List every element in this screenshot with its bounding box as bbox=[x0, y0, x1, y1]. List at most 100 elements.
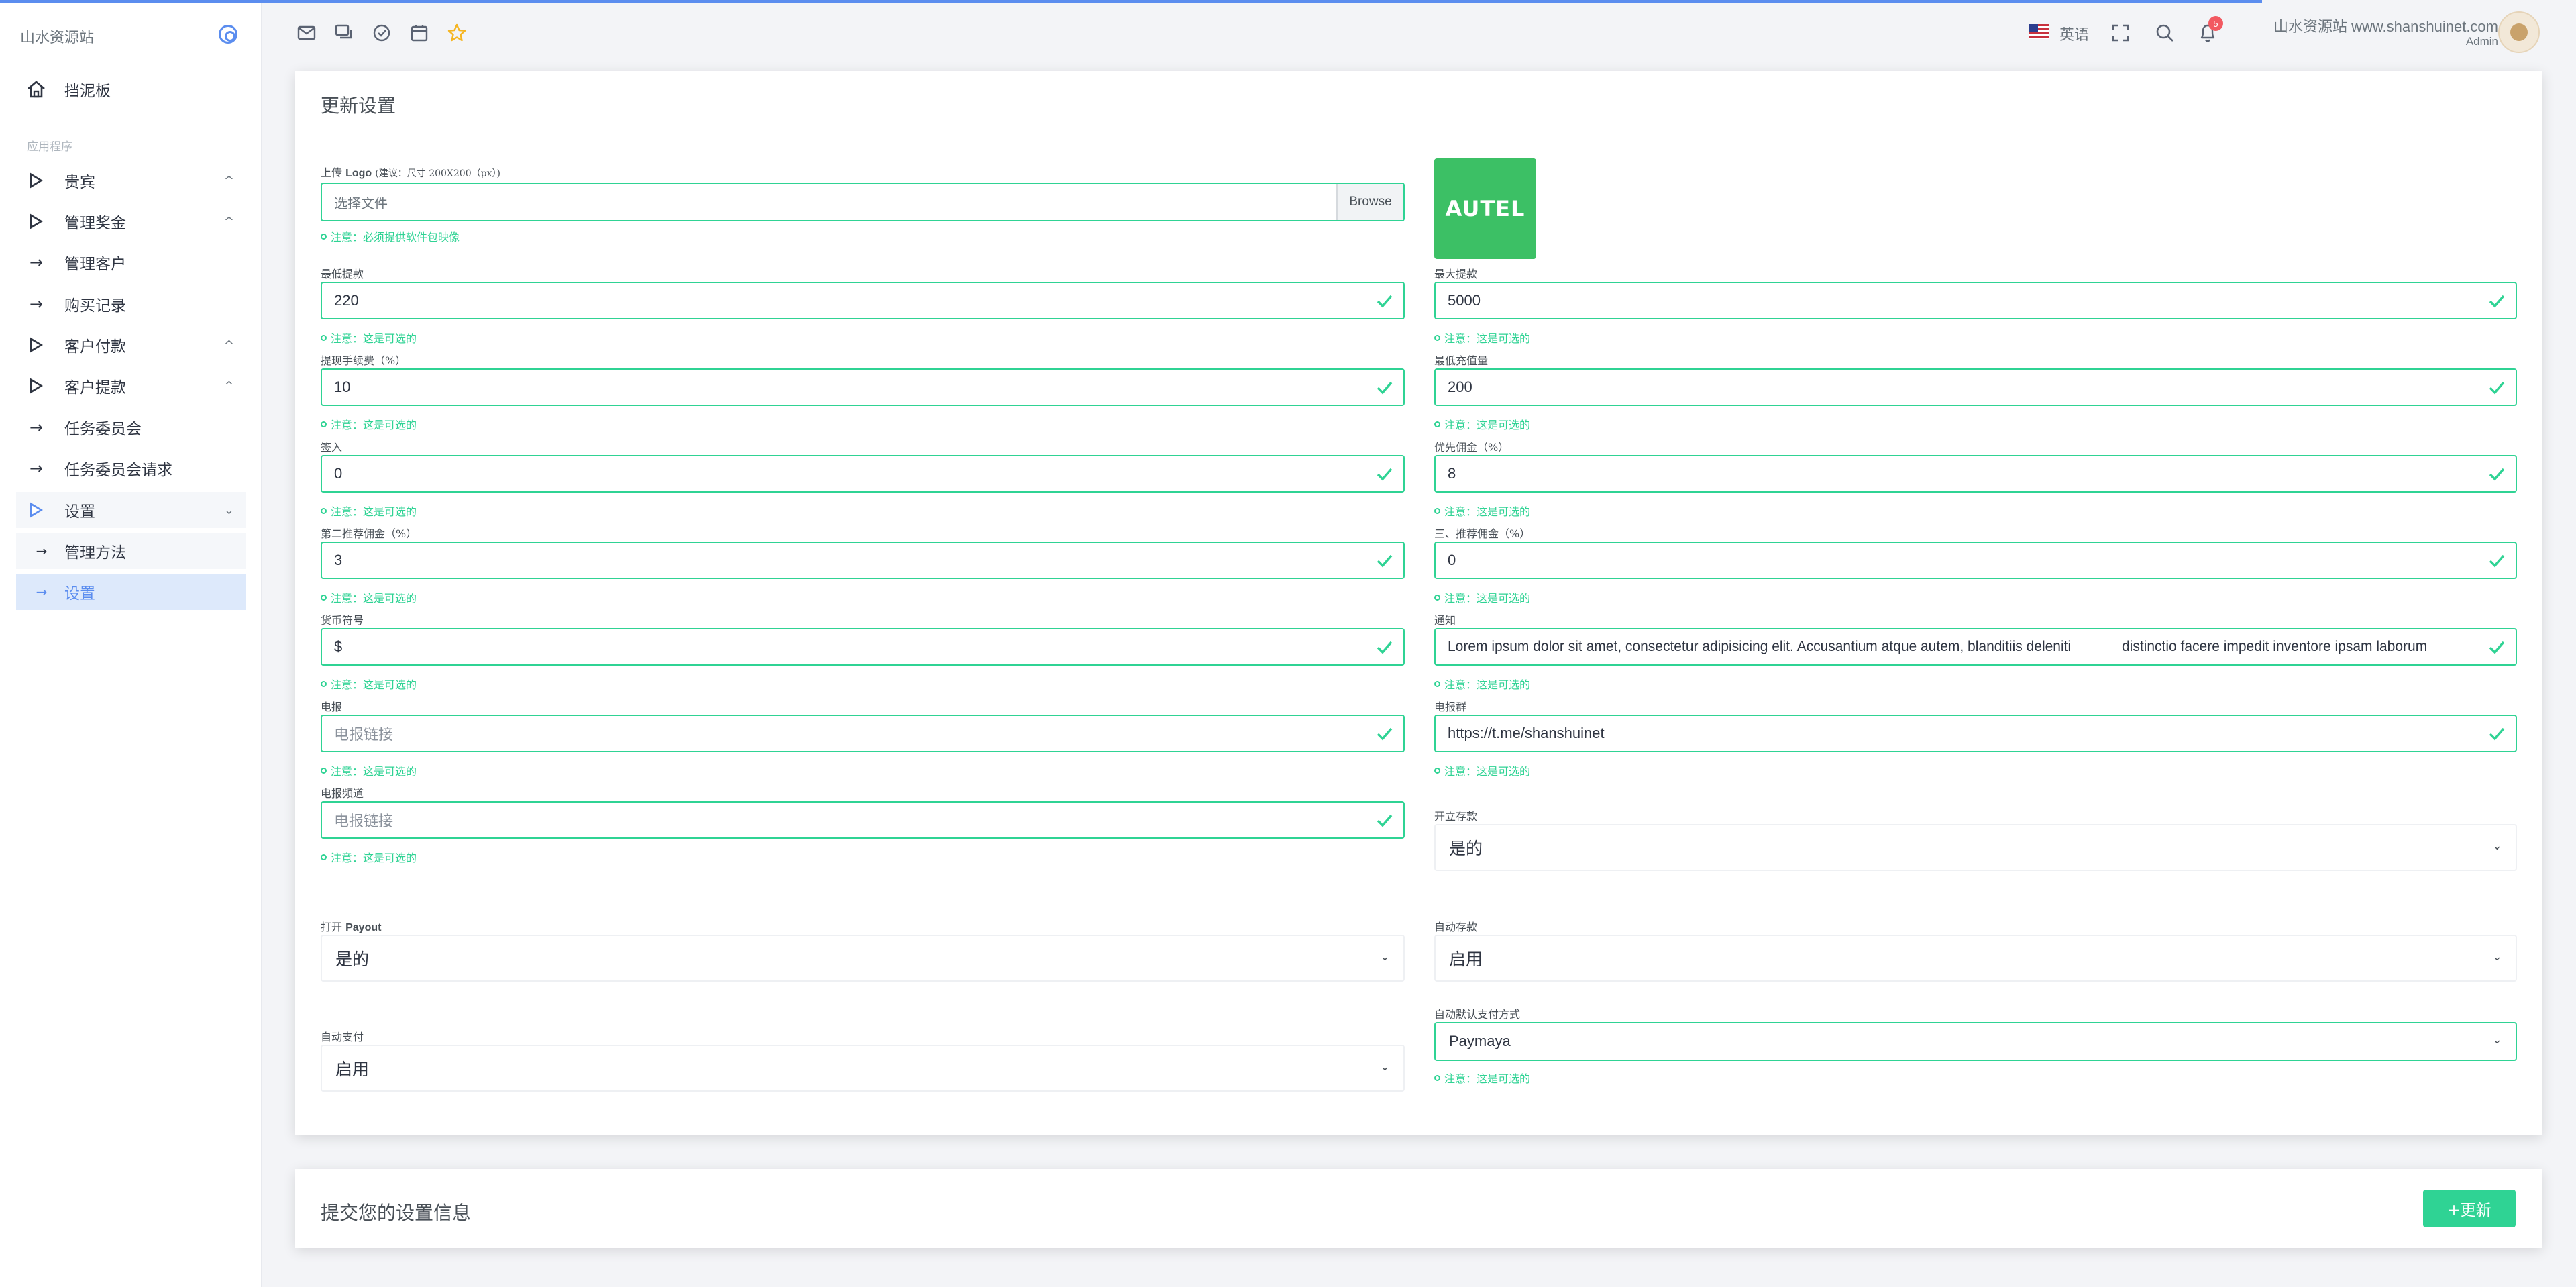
auto-default-payment-select[interactable]: Paymaya ⌄ bbox=[1434, 1022, 2517, 1061]
optional-note: 注意：这是可选的 bbox=[1434, 676, 1530, 692]
auto-payment-label: 自动支付 bbox=[321, 1031, 364, 1043]
optional-note: 注意：这是可选的 bbox=[1434, 503, 1530, 519]
chevron-down-icon: ⌄ bbox=[2491, 839, 2502, 853]
arrow-right-icon: → bbox=[36, 584, 48, 600]
open-deposit-select[interactable]: 是的 ⌄ bbox=[1434, 824, 2517, 871]
logo-note: 注意：必须提供软件包映像 bbox=[321, 228, 460, 244]
min-recharge-label: 最低充值量 bbox=[1434, 354, 1489, 367]
logo-file-input[interactable]: 选择文件 Browse bbox=[321, 183, 1405, 221]
chat-icon[interactable] bbox=[334, 23, 354, 43]
check-icon bbox=[2489, 727, 2505, 741]
withdrawal-fee-input[interactable]: 10 bbox=[321, 368, 1405, 406]
auto-default-payment-label: 自动默认支付方式 bbox=[1434, 1008, 1521, 1021]
auto-payment-select[interactable]: 启用 ⌄ bbox=[321, 1045, 1405, 1092]
sidebar-item-manage-methods[interactable]: → 管理方法 bbox=[16, 533, 246, 569]
optional-note: 注意：这是可选的 bbox=[321, 762, 417, 778]
telegram-input[interactable]: 电报链接 bbox=[321, 715, 1405, 752]
sidebar-item-settings-sub[interactable]: → 设置 bbox=[16, 574, 246, 610]
play-icon bbox=[30, 172, 43, 189]
sidebar-item-manage-bonus[interactable]: 管理奖金 ^ bbox=[16, 203, 246, 240]
max-withdrawal-label: 最大提款 bbox=[1434, 268, 1478, 280]
priority-commission-label: 优先佣金（%） bbox=[1434, 441, 1509, 454]
min-withdrawal-label: 最低提款 bbox=[321, 268, 364, 280]
sidebar-item-label: 挡泥板 bbox=[64, 83, 111, 100]
notice-input[interactable]: Lorem ipsum dolor sit amet, consectetur … bbox=[1434, 628, 2517, 666]
chevron-up-icon: ^ bbox=[223, 338, 234, 352]
card-title: 更新设置 bbox=[321, 95, 396, 117]
priority-commission-input[interactable]: 8 bbox=[1434, 455, 2517, 493]
search-icon[interactable] bbox=[2155, 23, 2175, 43]
auto-deposit-label: 自动存款 bbox=[1434, 921, 1478, 933]
optional-note: 注意：这是可选的 bbox=[1434, 1070, 1530, 1086]
chevron-down-icon: ⌄ bbox=[1379, 949, 1390, 964]
sidebar-item-vip[interactable]: 贵宾 ^ bbox=[16, 162, 246, 199]
sidebar-toggle-icon[interactable] bbox=[219, 25, 237, 44]
page-loading-bar bbox=[0, 0, 2262, 3]
fullscreen-icon[interactable] bbox=[2110, 23, 2131, 43]
open-payout-label: 打开 Payout bbox=[321, 921, 382, 933]
logo-hint: (建议：尺寸 200X200（px）) bbox=[375, 168, 500, 179]
third-commission-label: 三、推荐佣金（%） bbox=[1434, 527, 1531, 540]
min-withdrawal-input[interactable]: 220 bbox=[321, 282, 1405, 319]
optional-note: 注意：这是可选的 bbox=[321, 416, 417, 432]
arrow-right-icon: → bbox=[29, 253, 44, 272]
check-circle-icon[interactable] bbox=[372, 23, 392, 43]
telegram-group-input[interactable]: https://t.me/shanshuinet bbox=[1434, 715, 2517, 752]
user-name[interactable]: 山水资源站 www.shanshuinet.com bbox=[2273, 15, 2498, 36]
browse-button[interactable]: Browse bbox=[1336, 184, 1403, 220]
sidebar-item-label: 客户提款 bbox=[64, 379, 126, 397]
sidebar-item-label: 购买记录 bbox=[64, 297, 126, 315]
check-icon bbox=[2489, 381, 2505, 395]
play-icon bbox=[30, 378, 43, 394]
min-recharge-input[interactable]: 200 bbox=[1434, 368, 2517, 406]
calendar-icon[interactable] bbox=[409, 23, 429, 43]
max-withdrawal-input[interactable]: 5000 bbox=[1434, 282, 2517, 319]
sidebar-item-dashboard[interactable]: 挡泥板 bbox=[16, 71, 246, 107]
sidebar-item-task-committee-requests[interactable]: → 任务委员会请求 bbox=[16, 450, 246, 486]
check-icon bbox=[1377, 641, 1393, 654]
update-button[interactable]: +更新 bbox=[2423, 1190, 2516, 1227]
telegram-group-label: 电报群 bbox=[1434, 701, 1467, 713]
sidebar-item-purchase-records[interactable]: → 购买记录 bbox=[16, 286, 246, 322]
check-icon bbox=[2489, 468, 2505, 481]
sidebar-item-settings[interactable]: 设置 ⌄ bbox=[16, 492, 246, 528]
sidebar-item-manage-customers[interactable]: → 管理客户 bbox=[16, 244, 246, 280]
arrow-right-icon: → bbox=[36, 543, 48, 559]
check-icon bbox=[2489, 554, 2505, 568]
telegram-channel-input[interactable]: 电报链接 bbox=[321, 801, 1405, 839]
second-commission-input[interactable]: 3 bbox=[321, 542, 1405, 579]
optional-note: 注意：这是可选的 bbox=[1434, 762, 1530, 778]
chevron-up-icon: ^ bbox=[223, 215, 234, 229]
open-payout-select[interactable]: 是的 ⌄ bbox=[321, 935, 1405, 982]
checkin-input[interactable]: 0 bbox=[321, 455, 1405, 493]
currency-symbol-input[interactable]: $ bbox=[321, 628, 1405, 666]
logo-label-text: 上传 bbox=[321, 166, 343, 179]
logo-upload-label: 上传 Logo (建议：尺寸 200X200（px）) bbox=[321, 164, 500, 180]
sidebar-item-customer-payment[interactable]: 客户付款 ^ bbox=[16, 327, 246, 363]
optional-note: 注意：这是可选的 bbox=[1434, 589, 1530, 605]
sidebar-item-label: 客户付款 bbox=[64, 338, 126, 356]
sidebar-section-title: 应用程序 bbox=[27, 140, 72, 154]
avatar[interactable] bbox=[2498, 11, 2540, 53]
star-icon[interactable] bbox=[447, 23, 467, 43]
optional-note: 注意：这是可选的 bbox=[321, 676, 417, 692]
sidebar-item-customer-withdrawal[interactable]: 客户提款 ^ bbox=[16, 368, 246, 404]
mail-icon[interactable] bbox=[297, 23, 317, 43]
third-commission-input[interactable]: 0 bbox=[1434, 542, 2517, 579]
sidebar-item-label: 管理客户 bbox=[64, 256, 126, 273]
sidebar-item-label: 贵宾 bbox=[64, 174, 95, 191]
language-label[interactable]: 英语 bbox=[2059, 23, 2089, 44]
check-icon bbox=[1377, 295, 1393, 308]
home-icon bbox=[20, 71, 52, 107]
check-icon bbox=[1377, 814, 1393, 827]
optional-note: 注意：这是可选的 bbox=[1434, 329, 1530, 346]
sidebar-item-task-committee[interactable]: → 任务委员会 bbox=[16, 409, 246, 446]
avatar-image bbox=[2510, 23, 2528, 41]
sidebar-item-label: 管理方法 bbox=[64, 544, 126, 562]
file-placeholder: 选择文件 bbox=[334, 195, 388, 211]
sidebar-item-label: 任务委员会请求 bbox=[64, 462, 172, 479]
auto-deposit-select[interactable]: 启用 ⌄ bbox=[1434, 935, 2517, 982]
us-flag-icon[interactable] bbox=[2029, 24, 2049, 39]
chevron-down-icon: ⌄ bbox=[2491, 1033, 2502, 1047]
check-icon bbox=[1377, 381, 1393, 395]
